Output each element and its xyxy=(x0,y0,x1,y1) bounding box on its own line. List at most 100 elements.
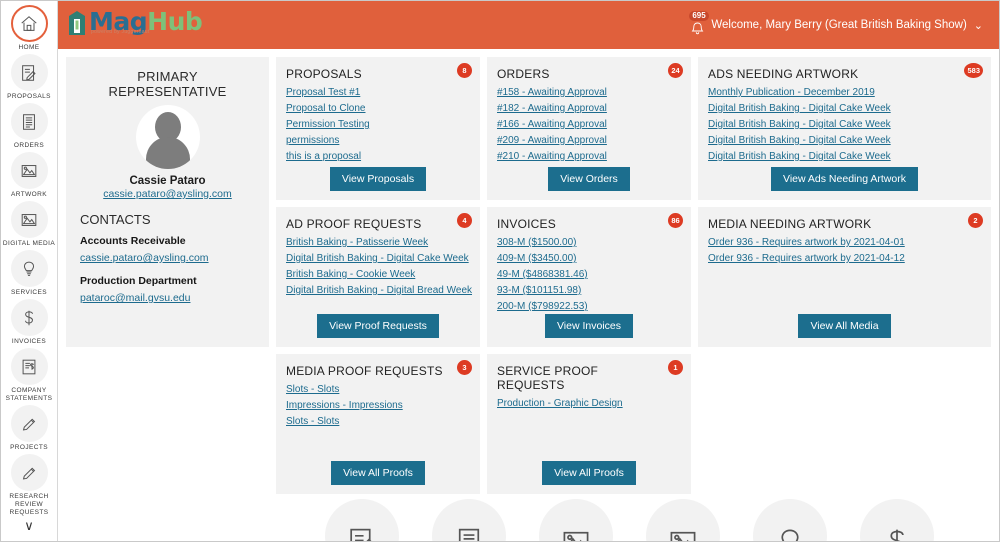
card-link[interactable]: Slots - Slots xyxy=(286,415,470,429)
card-action-button[interactable]: View Ads Needing Artwork xyxy=(771,167,918,191)
card-link[interactable]: #209 - Awaiting Approval xyxy=(497,134,681,148)
avatar xyxy=(136,105,200,169)
card-title: ORDERS xyxy=(497,67,681,81)
home-icon xyxy=(19,14,39,34)
sidebar-item-home[interactable]: HOME xyxy=(1,5,58,52)
sidebar-item-artwork[interactable]: ARTWORK xyxy=(1,152,58,199)
primary-representative-title: PRIMARY REPRESENTATIVE xyxy=(80,69,255,99)
card-link[interactable]: British Baking - Cookie Week xyxy=(286,268,470,282)
status-badge: 2 xyxy=(968,213,983,228)
card-link-list: Proposal Test #1 Proposal to Clone Permiss… xyxy=(286,86,470,167)
card-link[interactable]: Monthly Publication - December 2019 xyxy=(708,86,981,100)
card-link[interactable]: 93-M ($101151.98) xyxy=(497,284,681,298)
contact-email[interactable]: cassie.pataro@aysling.com xyxy=(80,252,209,264)
card-action-button[interactable]: View Proof Requests xyxy=(317,314,439,338)
card-title: PROPOSALS xyxy=(286,67,470,81)
document-lines-icon xyxy=(452,525,486,542)
user-menu[interactable]: 695 Welcome, Mary Berry (Great British B… xyxy=(688,14,985,36)
card-link[interactable]: Order 936 - Requires artwork by 2021-04-… xyxy=(708,236,981,250)
sidebar-item-proposals[interactable]: PROPOSALS xyxy=(1,54,58,101)
card-action-button[interactable]: View All Proofs xyxy=(542,461,636,485)
status-badge: 86 xyxy=(668,213,683,228)
sidebar-item-services[interactable]: SERVICES xyxy=(1,250,58,297)
sidebar-item-label: ARTWORK xyxy=(11,191,47,199)
sidebar-item-invoices[interactable]: INVOICES xyxy=(1,299,58,346)
card-link[interactable]: Digital British Baking - Digital Cake We… xyxy=(708,134,981,148)
pencil-icon-wrap xyxy=(11,405,48,442)
maghub-dashboard: HOMEPROPOSALSORDERSARTWORKDIGITAL MEDIAS… xyxy=(0,0,1000,542)
top-header-bar: MagHub powered by Juggernaut 695 Welcome… xyxy=(58,1,999,49)
welcome-message: Welcome, Mary Berry (Great British Bakin… xyxy=(711,19,966,31)
card-link[interactable]: Digital British Baking - Digital Bread W… xyxy=(286,284,470,298)
card-action-button[interactable]: View All Proofs xyxy=(331,461,425,485)
card-button-wrap: View All Media xyxy=(708,314,981,338)
card-link[interactable]: 49-M ($4868381.46) xyxy=(497,268,681,282)
card-link-list: 308-M ($1500.00) 409-M ($3450.00) 49-M ($4… xyxy=(497,236,681,314)
card-action-button[interactable]: View Proposals xyxy=(330,167,426,191)
bell-icon xyxy=(690,21,705,36)
proposal-pencil-icon-wrap xyxy=(11,54,48,91)
card-link[interactable]: Digital British Baking - Digital Cake We… xyxy=(708,150,981,164)
sidebar-item-orders[interactable]: ORDERS xyxy=(1,103,58,150)
status-badge: 4 xyxy=(457,213,472,228)
contact-block: Accounts Receivablecassie.pataro@aysling… xyxy=(80,235,255,266)
sidebar-item-research-review-requests[interactable]: RESEARCH REVIEW REQUESTS xyxy=(1,454,58,517)
card-link[interactable]: Slots - Slots xyxy=(286,383,470,397)
card-link[interactable]: Impressions - Impressions xyxy=(286,399,470,413)
sidebar-item-label: PROJECTS xyxy=(10,444,48,452)
card-link[interactable]: Permission Testing xyxy=(286,118,470,132)
card-link[interactable]: #158 - Awaiting Approval xyxy=(497,86,681,100)
card-action-button[interactable]: View Orders xyxy=(548,167,630,191)
card-link[interactable]: British Baking - Patisserie Week xyxy=(286,236,470,250)
card-title: AD PROOF REQUESTS xyxy=(286,217,470,231)
card-action-button[interactable]: View Invoices xyxy=(545,314,633,338)
representative-name: Cassie Pataro xyxy=(80,175,255,187)
sidebar-item-label: HOME xyxy=(18,44,39,52)
card-link[interactable]: 409-M ($3450.00) xyxy=(497,252,681,266)
sidebar-expand-chevron-icon[interactable]: ∨ xyxy=(24,521,34,531)
statement-dollar-icon xyxy=(19,357,39,377)
card-button-wrap: View Proposals xyxy=(286,167,470,191)
logo-hub-text: Hub xyxy=(147,7,202,36)
sidebar-item-projects[interactable]: PROJECTS xyxy=(1,405,58,452)
chevron-down-icon[interactable]: ⌄ xyxy=(974,19,983,32)
card-link[interactable]: Order 936 - Requires artwork by 2021-04-… xyxy=(708,252,981,266)
card-link[interactable]: #182 - Awaiting Approval xyxy=(497,102,681,116)
card-link[interactable]: Proposal Test #1 xyxy=(286,86,470,100)
card-link[interactable]: 200-M ($798922.53) xyxy=(497,300,681,314)
card-service-proof-requests: SERVICE PROOF REQUESTS1Production - Grap… xyxy=(487,354,691,494)
statement-dollar-icon-wrap xyxy=(11,348,48,385)
main-region: MagHub powered by Juggernaut 695 Welcome… xyxy=(58,1,999,542)
sidebar-item-label: COMPANY STATEMENTS xyxy=(2,387,57,403)
card-link[interactable]: this is a proposal xyxy=(286,150,470,164)
card-link-list: Production - Graphic Design xyxy=(497,397,681,461)
card-button-wrap: View All Proofs xyxy=(497,461,681,485)
pencil-icon xyxy=(19,463,39,483)
card-title: MEDIA PROOF REQUESTS xyxy=(286,364,470,378)
card-link[interactable]: Production - Graphic Design xyxy=(497,397,681,411)
dollar-sign-icon xyxy=(880,525,914,542)
card-link[interactable]: Digital British Baking - Digital Cake We… xyxy=(286,252,470,266)
card-link[interactable]: #166 - Awaiting Approval xyxy=(497,118,681,132)
pencil-icon xyxy=(19,414,39,434)
card-action-button[interactable]: View All Media xyxy=(798,314,890,338)
notifications-bell[interactable]: 695 xyxy=(688,14,706,36)
sidebar-item-company-statements[interactable]: COMPANY STATEMENTS xyxy=(1,348,58,403)
card-link[interactable]: permissions xyxy=(286,134,470,148)
representative-email[interactable]: cassie.pataro@aysling.com xyxy=(80,188,255,200)
status-badge: 1 xyxy=(668,360,683,375)
card-link[interactable]: #210 - Awaiting Approval xyxy=(497,150,681,164)
dashboard-content: PRIMARY REPRESENTATIVE Cassie Pataro cas… xyxy=(58,49,999,542)
image-mountain-icon-wrap xyxy=(11,201,48,238)
card-link[interactable]: Digital British Baking - Digital Cake We… xyxy=(708,118,981,132)
card-link[interactable]: Proposal to Clone xyxy=(286,102,470,116)
card-row: MEDIA PROOF REQUESTS3Slots - SlotsImpres… xyxy=(276,354,991,494)
card-link[interactable]: Digital British Baking - Digital Cake We… xyxy=(708,102,981,116)
contact-email[interactable]: pataroc@mail.gvsu.edu xyxy=(80,292,190,304)
sidebar-item-digital-media[interactable]: DIGITAL MEDIA xyxy=(1,201,58,248)
maghub-logo[interactable]: MagHub powered by Juggernaut xyxy=(66,8,202,42)
card-title: INVOICES xyxy=(497,217,681,231)
card-button-wrap: View Invoices xyxy=(497,314,681,338)
notification-count-badge: 695 xyxy=(689,11,708,21)
card-link[interactable]: 308-M ($1500.00) xyxy=(497,236,681,250)
